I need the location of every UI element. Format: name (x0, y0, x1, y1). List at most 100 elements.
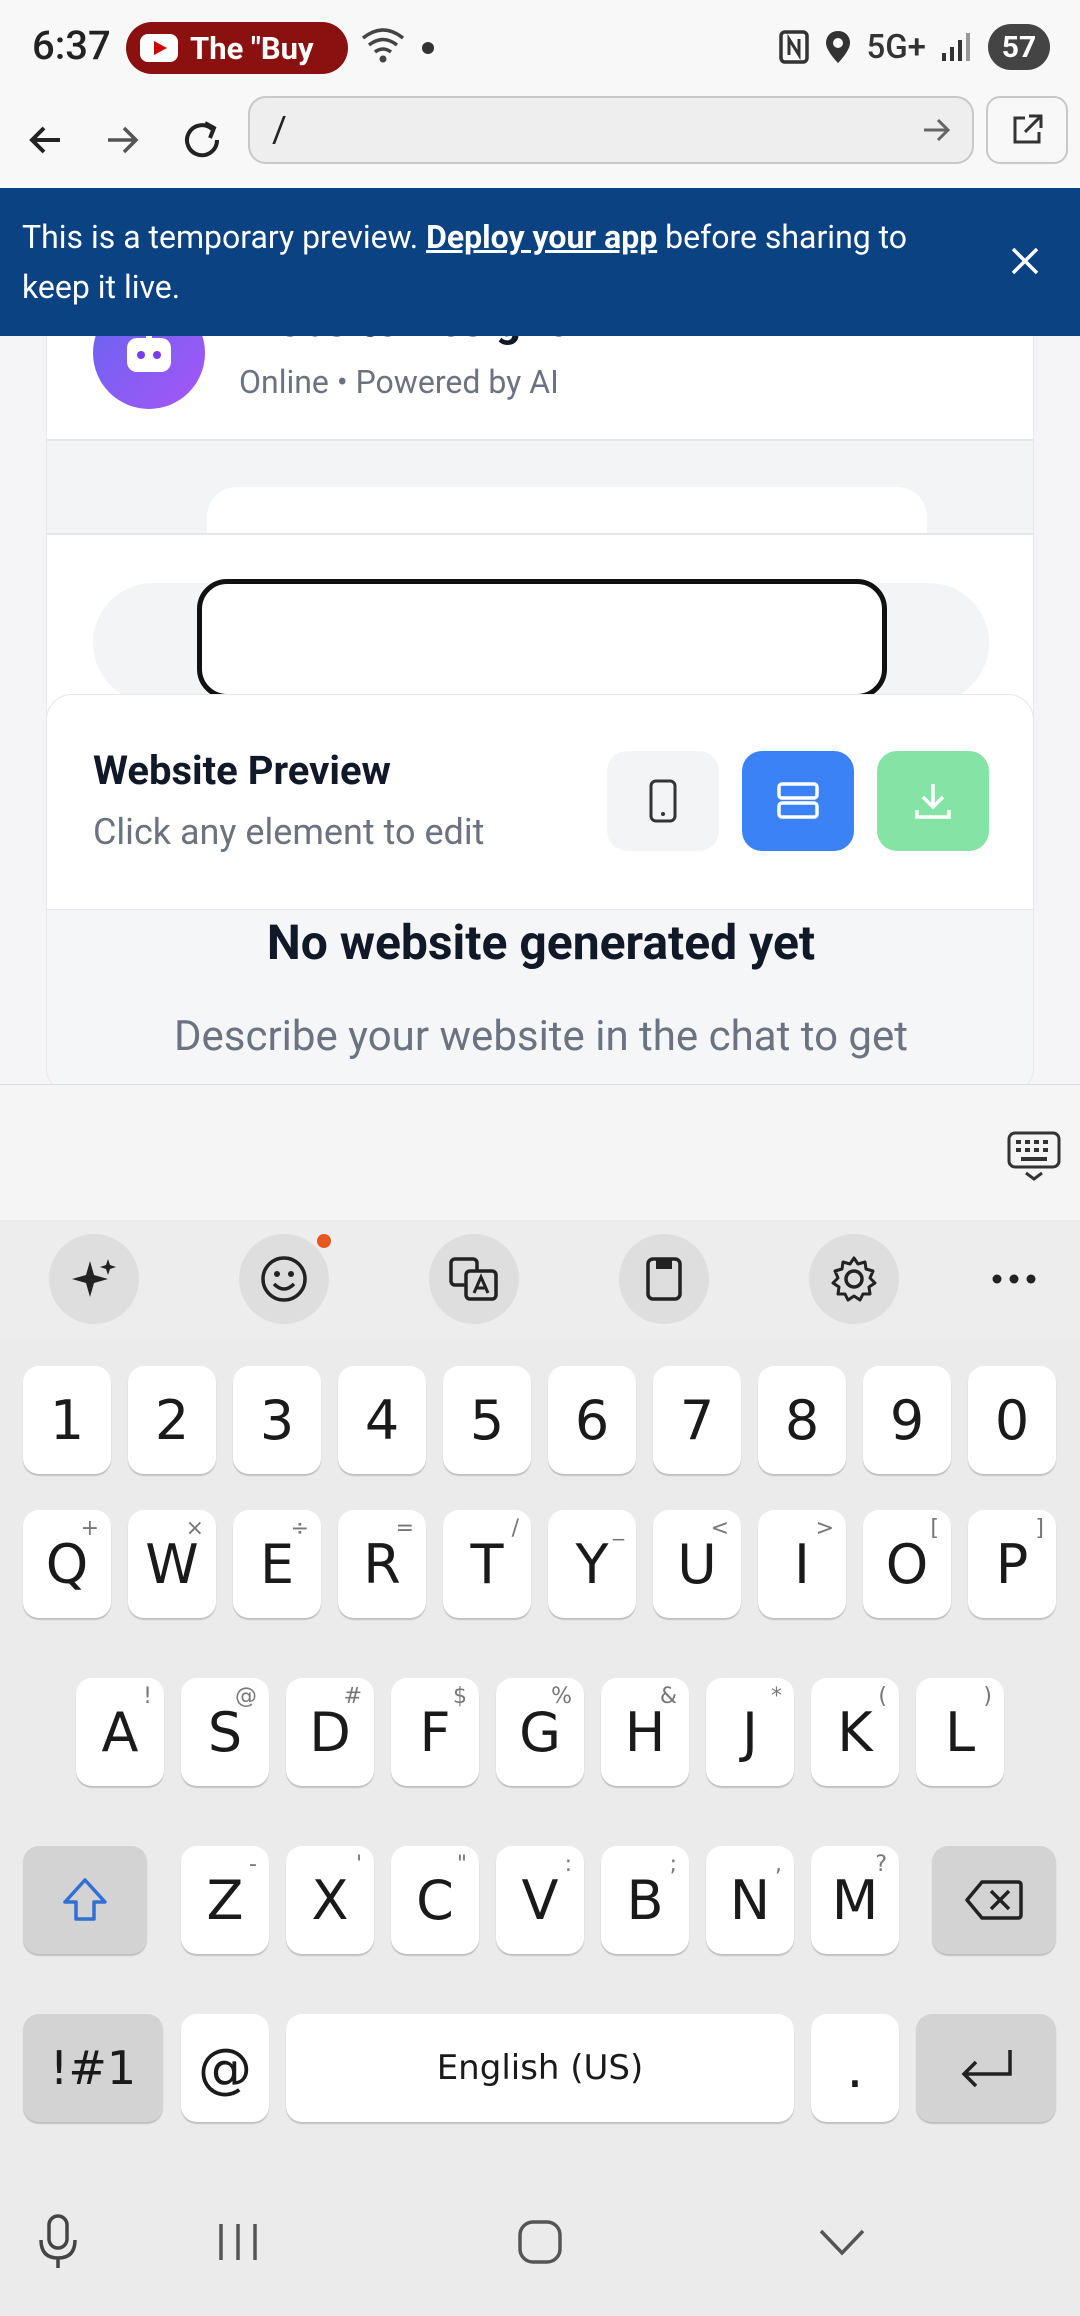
emoji-icon (261, 1256, 307, 1302)
key-o[interactable]: O[ (863, 1510, 951, 1618)
home-button[interactable] (500, 2202, 580, 2282)
key-2[interactable]: 2 (128, 1366, 216, 1474)
backspace-key[interactable] (932, 1846, 1056, 1954)
hide-keyboard-button[interactable] (802, 2202, 882, 2282)
clipboard-button[interactable] (619, 1234, 709, 1324)
reload-button[interactable] (170, 108, 234, 172)
key-h[interactable]: H & (601, 1678, 689, 1786)
back-button[interactable] (14, 108, 78, 172)
key-4[interactable]: 4 (338, 1366, 426, 1474)
key-l[interactable]: L) (916, 1678, 1004, 1786)
key-z[interactable]: Z- (181, 1846, 269, 1954)
key-r[interactable]: R = (338, 1510, 426, 1618)
key-label: J (742, 1700, 758, 1764)
key-alt-label: [ (930, 1516, 939, 1541)
symbols-key[interactable]: !#1 (23, 2014, 163, 2122)
key-label: V (521, 1868, 559, 1932)
shift-key[interactable] (23, 1846, 147, 1954)
divider (47, 533, 1033, 535)
key-0[interactable]: 0 (968, 1366, 1056, 1474)
space-key[interactable]: English (US) (286, 2014, 794, 2122)
key-j[interactable]: J * (706, 1678, 794, 1786)
key-label: I (794, 1532, 810, 1596)
key-c[interactable]: C " (391, 1846, 479, 1954)
chat-messages-area (47, 441, 1033, 547)
keyboard-toggle-button[interactable] (1006, 1127, 1062, 1187)
key-alt-label: ] (1035, 1516, 1044, 1541)
key-8[interactable]: 8 (758, 1366, 846, 1474)
key-alt-label: * (771, 1684, 782, 1709)
key-f[interactable]: F $ (391, 1678, 479, 1786)
key-p[interactable]: P] (968, 1510, 1056, 1618)
home-icon (518, 2220, 562, 2264)
key-7[interactable]: 7 (653, 1366, 741, 1474)
translate-button[interactable] (429, 1234, 519, 1324)
key-label: Y (575, 1532, 609, 1596)
key-label: R (363, 1532, 401, 1596)
recent-apps-button[interactable] (198, 2202, 278, 2282)
key-v[interactable]: V: (496, 1846, 584, 1954)
key-t[interactable]: T / (443, 1510, 531, 1618)
key-alt-label: + (80, 1516, 99, 1541)
key-9[interactable]: 9 (863, 1366, 951, 1474)
key-i[interactable]: I > (758, 1510, 846, 1618)
key-n[interactable]: N, (706, 1846, 794, 1954)
voice-input-button[interactable] (18, 2202, 98, 2282)
download-button[interactable] (877, 751, 989, 851)
go-arrow-icon[interactable] (918, 112, 954, 148)
key-g[interactable]: G% (496, 1678, 584, 1786)
key-d[interactable]: D # (286, 1678, 374, 1786)
key-a[interactable]: A! (76, 1678, 164, 1786)
key-w[interactable]: W × (128, 1510, 216, 1618)
key-x[interactable]: X ' (286, 1846, 374, 1954)
youtube-notification-pill[interactable]: The "Buy (126, 22, 348, 74)
key-label: M (831, 1868, 879, 1932)
chat-input[interactable] (197, 579, 887, 699)
at-key[interactable]: @ (181, 2014, 269, 2122)
emoji-button[interactable] (239, 1234, 331, 1324)
banner-close-button[interactable] (1000, 236, 1050, 286)
key-alt-label: & (659, 1684, 677, 1709)
url-bar[interactable]: / (248, 96, 974, 164)
key-5[interactable]: 5 (443, 1366, 531, 1474)
key-label: H (624, 1700, 666, 1764)
key-b[interactable]: B; (601, 1846, 689, 1954)
key-k[interactable]: K( (811, 1678, 899, 1786)
open-external-button[interactable] (986, 96, 1068, 164)
desktop-view-button[interactable] (742, 751, 854, 851)
key-u[interactable]: U < (653, 1510, 741, 1618)
chat-bubble (207, 487, 927, 547)
key-alt-label: " (456, 1852, 467, 1877)
nfc-icon (779, 30, 810, 64)
key-label: U (677, 1532, 717, 1596)
keyboard-suggestion-strip (0, 1084, 1080, 1220)
key-m[interactable]: M? (811, 1846, 899, 1954)
enter-key[interactable] (916, 2014, 1056, 2122)
period-key[interactable]: . (811, 2014, 899, 2122)
key-label: Z (206, 1868, 244, 1932)
preview-body: No website generated yet Describe your w… (47, 909, 1033, 1084)
key-3[interactable]: 3 (233, 1366, 321, 1474)
key-label: O (885, 1532, 929, 1596)
key-q[interactable]: Q + (23, 1510, 111, 1618)
key-1[interactable]: 1 (23, 1366, 111, 1474)
key-alt-label: - (249, 1852, 257, 1877)
key-label: E (259, 1532, 295, 1596)
key-alt-label: × (185, 1516, 204, 1541)
mobile-view-button[interactable] (607, 751, 719, 851)
key-s[interactable]: S @ (181, 1678, 269, 1786)
key-6[interactable]: 6 (548, 1366, 636, 1474)
more-options-button[interactable] (969, 1234, 1059, 1324)
page-content: Website Designer Online • Powered by AI … (0, 336, 1080, 1084)
keyboard-settings-button[interactable] (809, 1234, 899, 1324)
key-y[interactable]: Y _ (548, 1510, 636, 1618)
key-alt-label: ; (669, 1852, 677, 1877)
key-label: N (729, 1868, 771, 1932)
avatar (93, 336, 205, 409)
deploy-app-link[interactable]: Deploy your app (426, 218, 657, 256)
ai-tools-button[interactable] (49, 1234, 139, 1324)
key-e[interactable]: E ÷ (233, 1510, 321, 1618)
key-alt-label: _ (613, 1516, 624, 1541)
signal-icon (942, 33, 970, 61)
forward-button[interactable] (90, 108, 154, 172)
